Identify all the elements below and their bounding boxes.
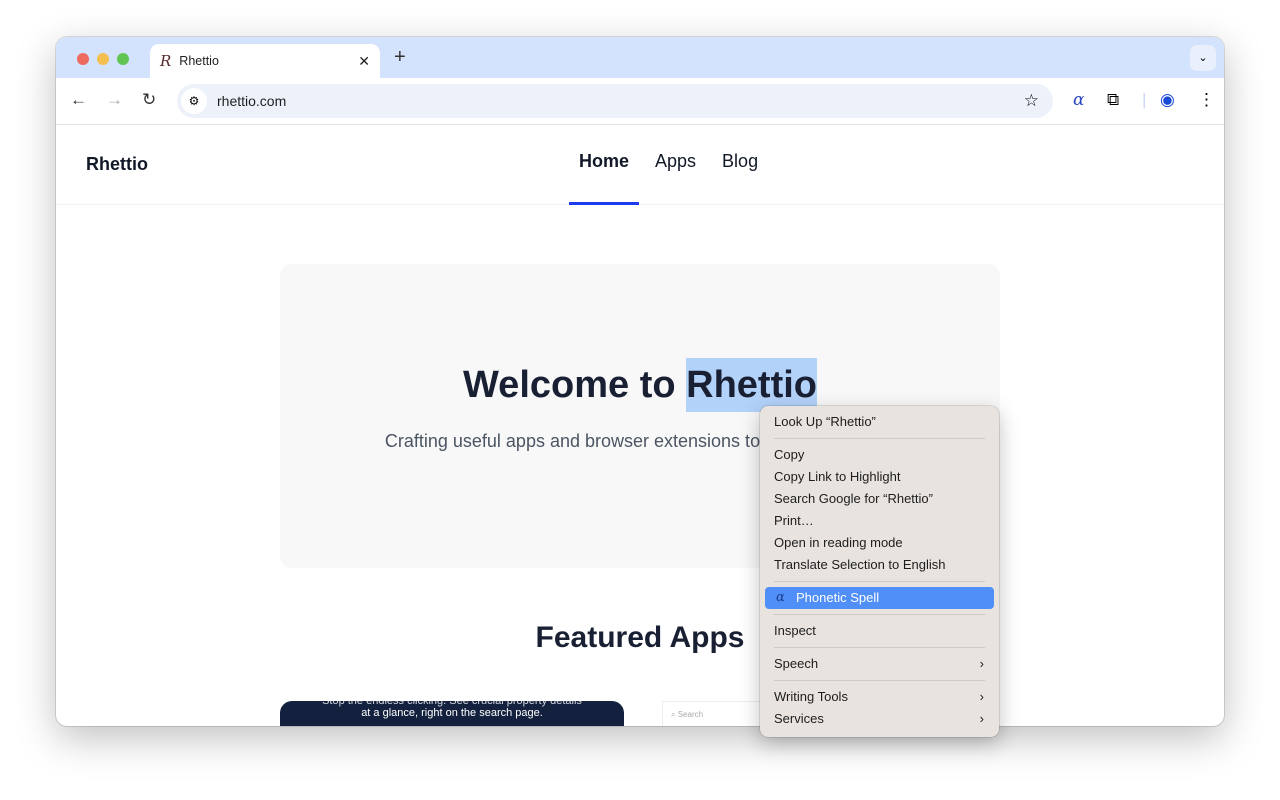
new-tab-icon[interactable]: +	[394, 46, 406, 69]
app-card[interactable]: Stop the endless clicking. See crucial p…	[280, 695, 624, 726]
menu-look-up[interactable]: Look Up “Rhettio”	[765, 411, 994, 433]
preview-search: Search	[677, 710, 704, 719]
toolbar: ← → ↻ ⚙ rhettio.com ☆ α ⧉ | ◉ ⋮	[56, 78, 1224, 125]
featured-apps-title: Featured Apps	[535, 621, 745, 654]
hero-title: Welcome to Rhettio	[280, 358, 1000, 412]
tab-title: Rhettio	[179, 54, 219, 68]
close-tab-icon[interactable]: ✕	[358, 53, 370, 70]
close-window-button[interactable]	[77, 53, 89, 65]
card-text: at a glance, right on the search page.	[361, 707, 543, 719]
chevron-right-icon: ›	[979, 656, 984, 671]
phonetic-spell-extension-icon[interactable]: α	[1073, 90, 1084, 110]
tab-search-chevron-icon[interactable]: ⌄	[1190, 45, 1216, 71]
menu-search-google[interactable]: Search Google for “Rhettio”	[765, 488, 994, 510]
menu-label: Services	[774, 711, 824, 726]
card-text-top: Stop the endless clicking. See crucial p…	[322, 695, 582, 707]
zoom-window-button[interactable]	[117, 53, 129, 65]
search-icon: ⌕	[671, 710, 678, 719]
selected-text: Rhettio	[686, 358, 817, 412]
nav-home[interactable]: Home	[568, 126, 640, 205]
menu-translate[interactable]: Translate Selection to English	[765, 554, 994, 576]
site-logo[interactable]: Rhettio	[86, 154, 148, 175]
hero-title-prefix: Welcome to	[463, 364, 687, 406]
menu-label: Speech	[774, 656, 819, 671]
context-menu: Look Up “Rhettio” Copy Copy Link to High…	[760, 406, 999, 737]
bookmark-star-icon[interactable]: ☆	[1024, 91, 1039, 111]
address-bar[interactable]: ⚙ rhettio.com ☆	[177, 84, 1053, 118]
menu-separator	[774, 581, 985, 582]
back-icon[interactable]: ←	[70, 90, 87, 110]
minimize-window-button[interactable]	[97, 53, 109, 65]
page-content: Rhettio Home Apps Blog Welcome to Rhetti…	[56, 126, 1224, 726]
chevron-right-icon: ›	[979, 689, 984, 704]
menu-separator	[774, 680, 985, 681]
menu-speech[interactable]: Speech ›	[765, 653, 994, 675]
profile-icon[interactable]: ◉	[1160, 90, 1175, 110]
menu-phonetic-spell[interactable]: α Phonetic Spell	[765, 587, 994, 609]
menu-kebab-icon[interactable]: ⋮	[1198, 90, 1215, 110]
browser-window: R Rhettio ✕ + ⌄ ← → ↻ ⚙ rhettio.com ☆ α …	[56, 37, 1224, 726]
tab-bar: R Rhettio ✕ + ⌄	[56, 37, 1224, 78]
menu-reading-mode[interactable]: Open in reading mode	[765, 532, 994, 554]
site-settings-icon[interactable]: ⚙	[181, 88, 207, 114]
menu-writing-tools[interactable]: Writing Tools ›	[765, 686, 994, 708]
menu-print[interactable]: Print…	[765, 510, 994, 532]
site-header: Rhettio Home Apps Blog	[56, 126, 1224, 205]
divider: |	[1142, 90, 1147, 109]
menu-label: Writing Tools	[774, 689, 848, 704]
menu-copy-link-highlight[interactable]: Copy Link to Highlight	[765, 466, 994, 488]
menu-label: Phonetic Spell	[796, 590, 880, 605]
tab-rhettio[interactable]: R Rhettio ✕	[150, 44, 380, 78]
site-nav: Home Apps Blog	[568, 126, 758, 205]
menu-separator	[774, 614, 985, 615]
menu-separator	[774, 647, 985, 648]
url-text[interactable]: rhettio.com	[217, 93, 286, 109]
menu-inspect[interactable]: Inspect	[765, 620, 994, 642]
menu-separator	[774, 438, 985, 439]
phonetic-spell-icon: α	[776, 590, 785, 605]
favicon-icon: R	[160, 52, 172, 70]
menu-services[interactable]: Services ›	[765, 708, 994, 730]
forward-icon[interactable]: →	[106, 90, 123, 110]
menu-copy[interactable]: Copy	[765, 444, 994, 466]
reload-icon[interactable]: ↻	[142, 90, 156, 110]
nav-apps[interactable]: Apps	[655, 126, 696, 205]
extensions-puzzle-icon[interactable]: ⧉	[1107, 90, 1119, 110]
nav-blog[interactable]: Blog	[722, 126, 758, 205]
chevron-right-icon: ›	[979, 711, 984, 726]
